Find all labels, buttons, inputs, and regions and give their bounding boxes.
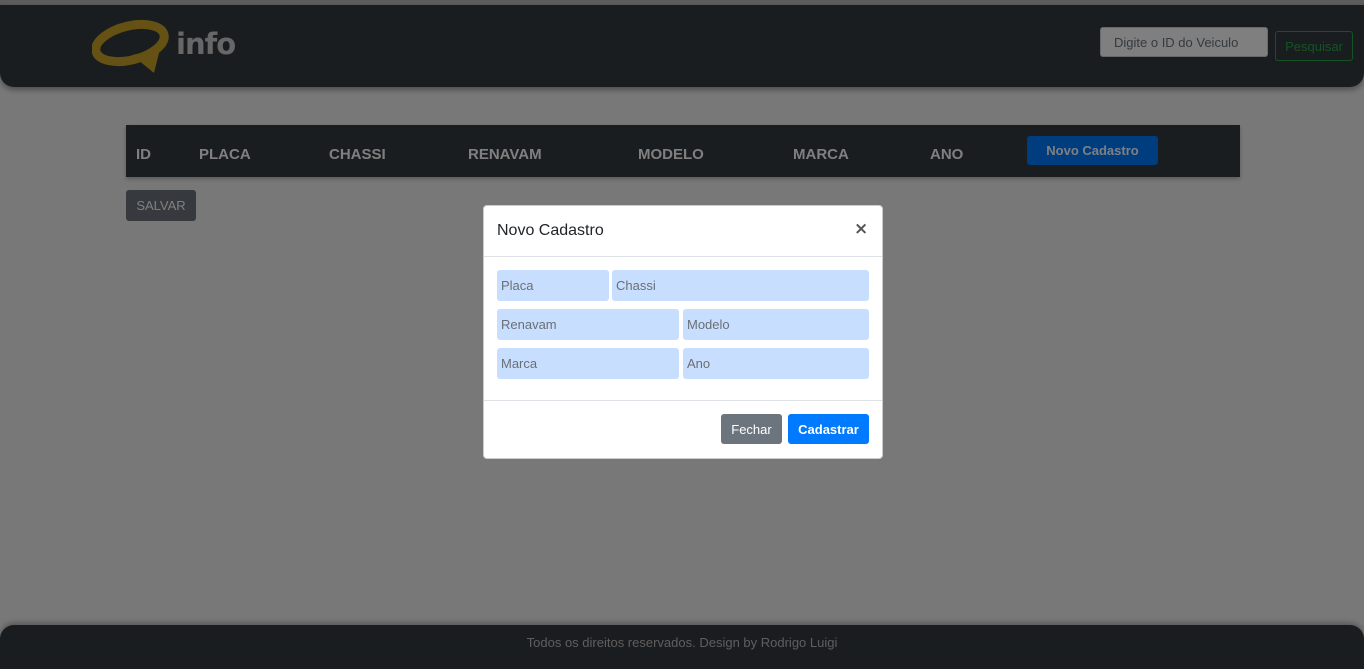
marca-input[interactable]: [497, 348, 679, 379]
modal-header-divider: [484, 256, 882, 257]
close-icon[interactable]: ×: [854, 219, 868, 239]
placa-input[interactable]: [497, 270, 609, 301]
modal-footer-divider: [484, 400, 882, 401]
register-button[interactable]: Cadastrar: [788, 414, 869, 444]
chassi-input[interactable]: [612, 270, 869, 301]
new-record-modal: Novo Cadastro × Fechar Cadastrar: [483, 205, 883, 459]
modal-title: Novo Cadastro: [497, 222, 604, 239]
renavam-input[interactable]: [497, 309, 679, 340]
modelo-input[interactable]: [683, 309, 869, 340]
close-modal-button[interactable]: Fechar: [721, 414, 782, 444]
ano-input[interactable]: [683, 348, 869, 379]
